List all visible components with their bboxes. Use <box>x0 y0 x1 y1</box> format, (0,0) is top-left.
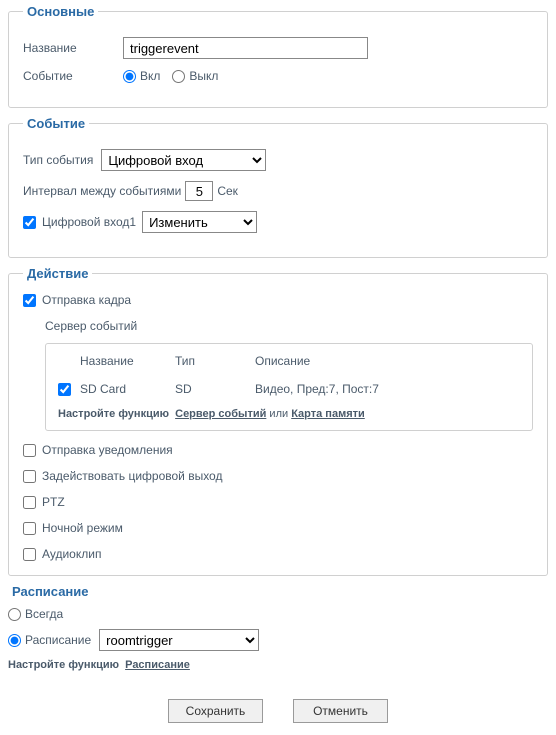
name-input[interactable] <box>123 37 368 59</box>
schedule-select[interactable]: roomtrigger <box>99 629 259 651</box>
digital-input-checkbox[interactable] <box>23 216 36 229</box>
row-type: SD <box>175 382 255 396</box>
event-type-label: Тип события <box>23 153 93 167</box>
schedule-always-label[interactable]: Всегда <box>8 607 63 621</box>
send-notification-label: Отправка уведомления <box>42 443 173 457</box>
send-frame-checkbox[interactable] <box>23 294 36 307</box>
event-server-title: Сервер событий <box>45 319 533 333</box>
send-frame-label: Отправка кадра <box>42 293 131 307</box>
config-server-line: Настройте функцию Сервер событий или Кар… <box>58 408 520 420</box>
row-checkbox[interactable] <box>58 383 71 396</box>
night-mode-label: Ночной режим <box>42 521 123 535</box>
action-legend: Действие <box>23 266 92 281</box>
send-notification-checkbox[interactable] <box>23 444 36 457</box>
schedule-always-radio[interactable] <box>8 608 21 621</box>
audioclip-label: Аудиоклип <box>42 547 101 561</box>
event-legend: Событие <box>23 116 89 131</box>
config-schedule-line: Настройте функцию Расписание <box>8 659 556 671</box>
schedule-link[interactable]: Расписание <box>125 659 190 671</box>
radio-off[interactable] <box>172 70 185 83</box>
interval-unit: Сек <box>217 184 238 198</box>
interval-label: Интервал между событиями <box>23 184 181 198</box>
ptz-label: PTZ <box>42 495 65 509</box>
basic-legend: Основные <box>23 4 98 19</box>
event-type-select[interactable]: Цифровой вход <box>101 149 266 171</box>
radio-on[interactable] <box>123 70 136 83</box>
event-fieldset: Событие Тип события Цифровой вход Интерв… <box>8 116 548 258</box>
button-row: Сохранить Отменить <box>0 699 556 723</box>
ptz-checkbox[interactable] <box>23 496 36 509</box>
radio-on-label[interactable]: Вкл <box>123 69 160 83</box>
th-type: Тип <box>175 354 255 368</box>
save-button[interactable]: Сохранить <box>168 699 263 723</box>
table-row: SD Card SD Видео, Пред:7, Пост:7 <box>58 382 520 396</box>
digital-out-label: Задействовать цифровой выход <box>42 469 222 483</box>
interval-input[interactable] <box>185 181 213 201</box>
th-name: Название <box>80 354 175 368</box>
cancel-button[interactable]: Отменить <box>293 699 388 723</box>
th-desc: Описание <box>255 354 520 368</box>
name-label: Название <box>23 41 123 55</box>
action-fieldset: Действие Отправка кадра Сервер событий Н… <box>8 266 548 576</box>
server-link[interactable]: Сервер событий <box>175 408 266 420</box>
digital-out-checkbox[interactable] <box>23 470 36 483</box>
change-select[interactable]: Изменить <box>142 211 257 233</box>
night-mode-checkbox[interactable] <box>23 522 36 535</box>
audioclip-checkbox[interactable] <box>23 548 36 561</box>
schedule-custom-radio[interactable] <box>8 634 21 647</box>
row-name: SD Card <box>80 382 175 396</box>
row-desc: Видео, Пред:7, Пост:7 <box>255 382 520 396</box>
card-link[interactable]: Карта памяти <box>291 408 365 420</box>
basic-fieldset: Основные Название Событие Вкл Выкл <box>8 4 548 108</box>
schedule-custom-label[interactable]: Расписание <box>8 633 91 647</box>
digital-input-label: Цифровой вход1 <box>42 215 136 229</box>
radio-off-label[interactable]: Выкл <box>172 69 218 83</box>
event-enable-label: Событие <box>23 69 123 83</box>
schedule-legend: Расписание <box>12 584 556 599</box>
server-table: Название Тип Описание SD Card SD Видео, … <box>45 343 533 431</box>
